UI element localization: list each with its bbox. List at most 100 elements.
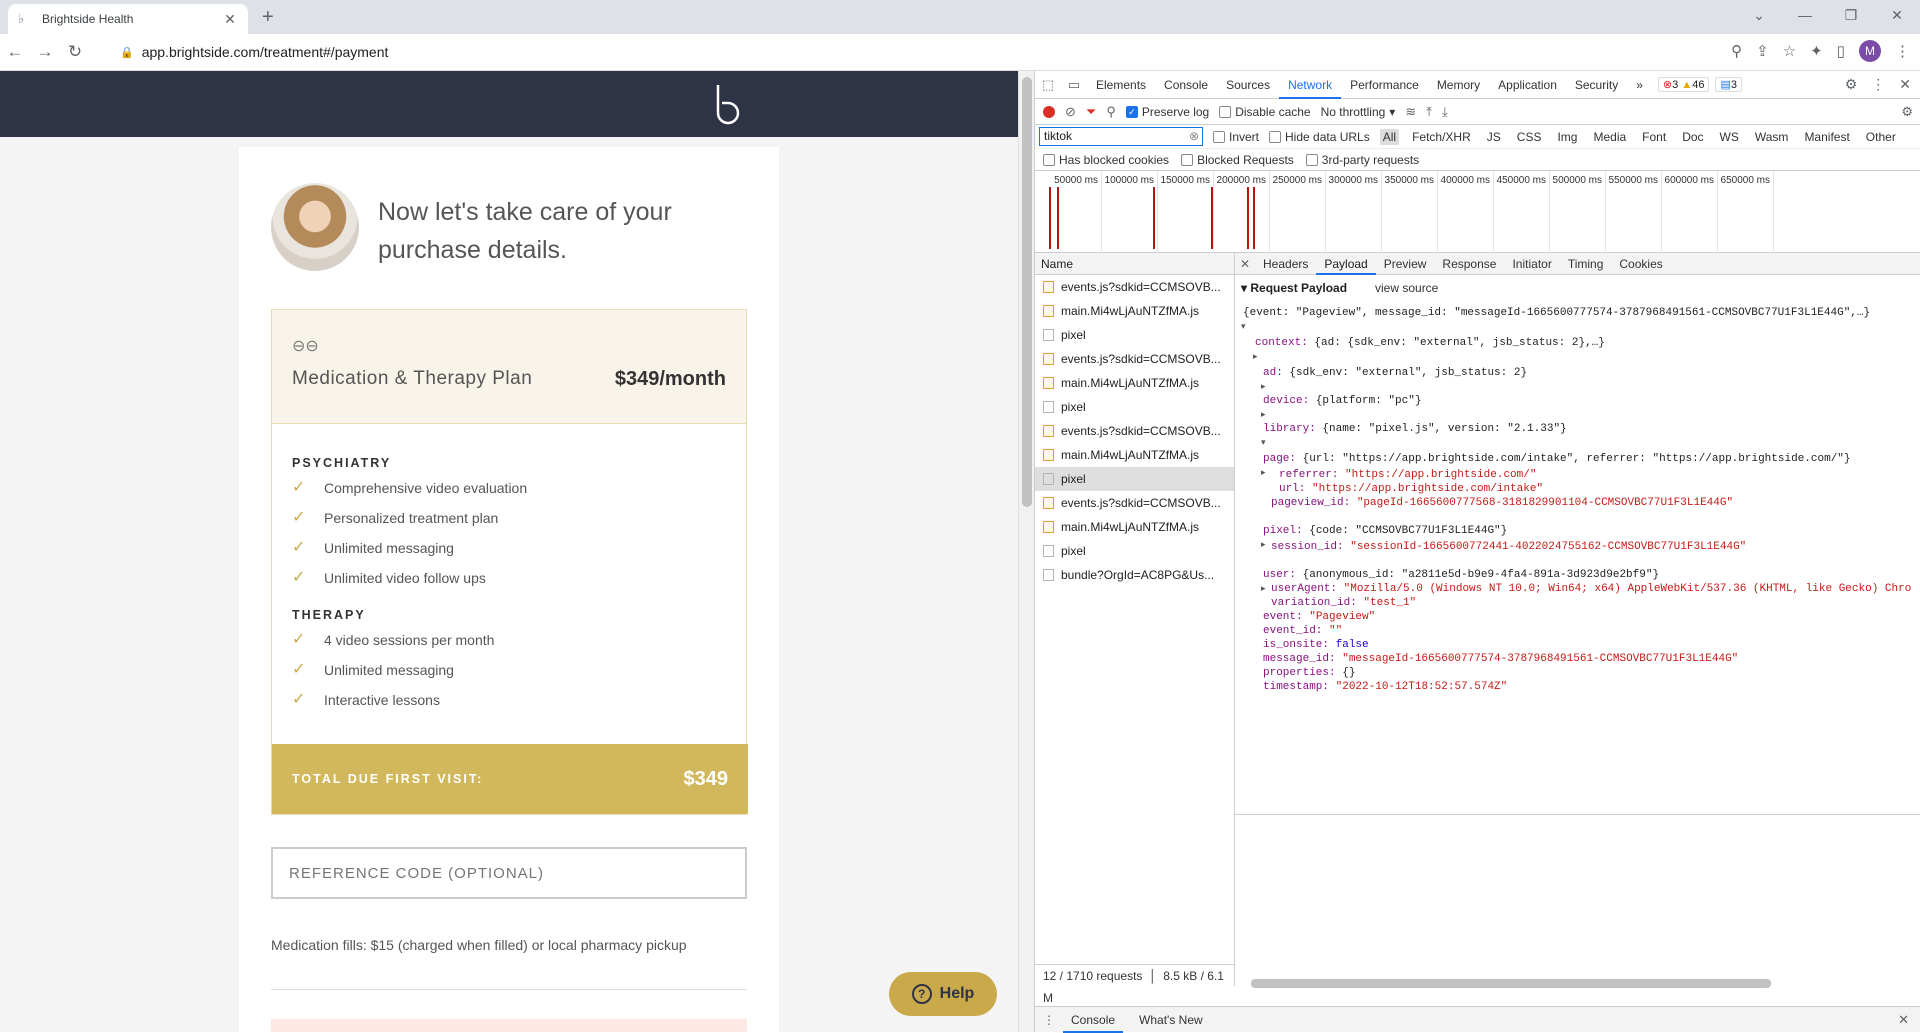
table-row[interactable]: pixel bbox=[1035, 539, 1234, 563]
tab-cookies[interactable]: Cookies bbox=[1611, 253, 1670, 275]
type-filter-js[interactable]: JS bbox=[1484, 129, 1504, 145]
table-row[interactable]: bundle?OrgId=AC8PG&Us... bbox=[1035, 563, 1234, 587]
tab-memory[interactable]: Memory bbox=[1428, 71, 1489, 99]
forward-icon[interactable]: → bbox=[30, 42, 60, 62]
checkbox[interactable] bbox=[1219, 105, 1232, 118]
page-scrollbar[interactable] bbox=[1018, 71, 1034, 1032]
drawer-menu-icon[interactable]: ⋮ bbox=[1043, 1013, 1055, 1027]
record-icon[interactable] bbox=[1043, 105, 1055, 118]
tab-performance[interactable]: Performance bbox=[1341, 71, 1428, 99]
view-source-link[interactable]: view source bbox=[1375, 281, 1438, 295]
payload-line[interactable]: properties: {} bbox=[1263, 667, 1355, 679]
side-panel-icon[interactable]: ▯ bbox=[1837, 42, 1845, 60]
extensions-icon[interactable]: ✦ bbox=[1810, 42, 1823, 60]
type-filter-media[interactable]: Media bbox=[1590, 129, 1629, 145]
invert-checkbox[interactable]: Invert bbox=[1213, 130, 1259, 144]
table-row[interactable]: main.Mi4wLjAuNTZfMA.js bbox=[1035, 371, 1234, 395]
table-row[interactable]: pixel bbox=[1035, 467, 1234, 491]
close-devtools-icon[interactable]: ✕ bbox=[1899, 76, 1911, 93]
expand-arrow-icon[interactable]: ▾ bbox=[1261, 438, 1266, 448]
more-tabs-icon[interactable]: » bbox=[1627, 71, 1652, 99]
table-row[interactable]: events.js?sdkid=CCMSOVB... bbox=[1035, 347, 1234, 371]
checkbox[interactable] bbox=[1269, 130, 1282, 143]
blocked-requests-checkbox[interactable]: Blocked Requests bbox=[1181, 153, 1294, 167]
payload-line[interactable]: is_onsite: false bbox=[1263, 639, 1369, 651]
table-row[interactable]: main.Mi4wLjAuNTZfMA.js bbox=[1035, 515, 1234, 539]
payload-line[interactable]: referrer: "https://app.brightside.com/" bbox=[1279, 469, 1536, 481]
tab-initiator[interactable]: Initiator bbox=[1504, 253, 1559, 275]
checkbox[interactable] bbox=[1181, 153, 1194, 166]
import-har-icon[interactable]: ⤒ bbox=[1426, 104, 1432, 120]
payload-line[interactable]: event_id: "" bbox=[1263, 625, 1342, 637]
table-row[interactable]: pixel bbox=[1035, 395, 1234, 419]
location-icon[interactable]: ⚲ bbox=[1731, 42, 1742, 60]
scrollbar-thumb[interactable] bbox=[1022, 77, 1032, 507]
tab-headers[interactable]: Headers bbox=[1255, 253, 1316, 275]
third-party-checkbox[interactable]: 3rd-party requests bbox=[1305, 153, 1419, 167]
filter-input[interactable]: tiktok ⊗ bbox=[1039, 127, 1203, 146]
tab-payload[interactable]: Payload bbox=[1316, 253, 1376, 275]
expand-arrow-icon[interactable]: ▸ bbox=[1261, 584, 1266, 594]
issues-badge[interactable]: ⊗3 ▲46 bbox=[1657, 77, 1710, 92]
table-row[interactable]: events.js?sdkid=CCMSOVB... bbox=[1035, 491, 1234, 515]
type-filter-img[interactable]: Img bbox=[1554, 129, 1580, 145]
expand-arrow-icon[interactable]: ▾ bbox=[1241, 322, 1246, 332]
expand-arrow-icon[interactable]: ▸ bbox=[1261, 382, 1266, 392]
payload-line[interactable]: pageview_id: "pageId-1665600777568-31818… bbox=[1271, 497, 1733, 509]
kebab-menu-icon[interactable]: ⋮ bbox=[1871, 76, 1885, 93]
menu-icon[interactable]: ⋮ bbox=[1895, 42, 1910, 60]
throttling-select[interactable]: No throttling ▾ bbox=[1321, 105, 1396, 119]
payload-line[interactable]: {event: "Pageview", message_id: "message… bbox=[1243, 307, 1870, 319]
tab-application[interactable]: Application bbox=[1489, 71, 1566, 99]
expand-arrow-icon[interactable]: ▸ bbox=[1261, 540, 1266, 550]
share-icon[interactable]: ⇪ bbox=[1756, 42, 1769, 60]
payload-line[interactable]: message_id: "messageId-1665600777574-378… bbox=[1263, 653, 1738, 665]
expand-arrow-icon[interactable]: ▸ bbox=[1253, 352, 1258, 362]
tab-network[interactable]: Network bbox=[1279, 71, 1342, 99]
payload-line[interactable]: event: "Pageview" bbox=[1263, 611, 1375, 623]
profile-avatar[interactable]: M bbox=[1859, 40, 1881, 62]
expand-arrow-icon[interactable]: ▸ bbox=[1261, 468, 1266, 478]
payload-line[interactable]: url: "https://app.brightside.com/intake" bbox=[1279, 483, 1543, 495]
tab-preview[interactable]: Preview bbox=[1376, 253, 1435, 275]
request-payload-title[interactable]: ▾ Request Payload bbox=[1241, 281, 1347, 295]
tab-elements[interactable]: Elements bbox=[1087, 71, 1155, 99]
payload-line[interactable]: userAgent: "Mozilla/5.0 (Windows NT 10.0… bbox=[1271, 583, 1911, 595]
checkbox[interactable] bbox=[1043, 153, 1055, 166]
checkbox[interactable] bbox=[1305, 153, 1318, 166]
type-filter-fetch-xhr[interactable]: Fetch/XHR bbox=[1409, 129, 1474, 145]
drawer-tab-console[interactable]: Console bbox=[1063, 1007, 1124, 1033]
close-tab-icon[interactable]: ✕ bbox=[222, 11, 238, 28]
disable-cache-checkbox[interactable]: Disable cache bbox=[1219, 105, 1311, 119]
restore-icon[interactable]: ❐ bbox=[1828, 0, 1874, 30]
expand-arrow-icon[interactable]: ▸ bbox=[1261, 410, 1266, 420]
tab-security[interactable]: Security bbox=[1566, 71, 1627, 99]
type-filter-css[interactable]: CSS bbox=[1514, 129, 1545, 145]
help-button[interactable]: ? Help bbox=[889, 972, 997, 1016]
payload-line[interactable]: user: {anonymous_id: "a2811e5d-b9e9-4fa4… bbox=[1263, 569, 1659, 581]
inspect-icon[interactable]: ⬚ bbox=[1035, 77, 1061, 93]
tab-timing[interactable]: Timing bbox=[1560, 253, 1612, 275]
brightside-logo-icon[interactable] bbox=[712, 83, 742, 125]
clear-icon[interactable]: ⊘ bbox=[1065, 104, 1076, 120]
search-icon[interactable]: ⚲ bbox=[1106, 104, 1116, 120]
settings-gear-icon[interactable]: ⚙ bbox=[1845, 76, 1858, 93]
payload-line[interactable]: page: {url: "https://app.brightside.com/… bbox=[1263, 453, 1851, 465]
bookmark-star-icon[interactable]: ☆ bbox=[1783, 42, 1796, 60]
export-har-icon[interactable]: ⤓ bbox=[1442, 104, 1448, 120]
checkbox[interactable] bbox=[1213, 130, 1225, 143]
tab-response[interactable]: Response bbox=[1434, 253, 1504, 275]
payload-line[interactable]: pixel: {code: "CCMSOVBC77U1F3L1E44G"} bbox=[1263, 525, 1507, 537]
table-row[interactable]: pixel bbox=[1035, 323, 1234, 347]
new-tab-icon[interactable]: + bbox=[262, 6, 274, 29]
network-overview-timeline[interactable]: 50000 ms 100000 ms 150000 ms 200000 ms 25000… bbox=[1035, 171, 1920, 253]
type-filter-manifest[interactable]: Manifest bbox=[1801, 129, 1852, 145]
browser-tab[interactable]: ♭ Brightside Health ✕ bbox=[8, 4, 248, 34]
drawer-tab-whats-new[interactable]: What's New bbox=[1131, 1007, 1211, 1033]
device-toggle-icon[interactable]: ▭ bbox=[1061, 77, 1087, 93]
payload-line[interactable]: timestamp: "2022-10-12T18:52:57.574Z" bbox=[1263, 681, 1507, 693]
tab-console[interactable]: Console bbox=[1155, 71, 1217, 99]
payload-line[interactable]: session_id: "sessionId-1665600772441-402… bbox=[1271, 541, 1746, 553]
table-row[interactable]: events.js?sdkid=CCMSOVB... bbox=[1035, 419, 1234, 443]
type-filter-wasm[interactable]: Wasm bbox=[1752, 129, 1792, 145]
